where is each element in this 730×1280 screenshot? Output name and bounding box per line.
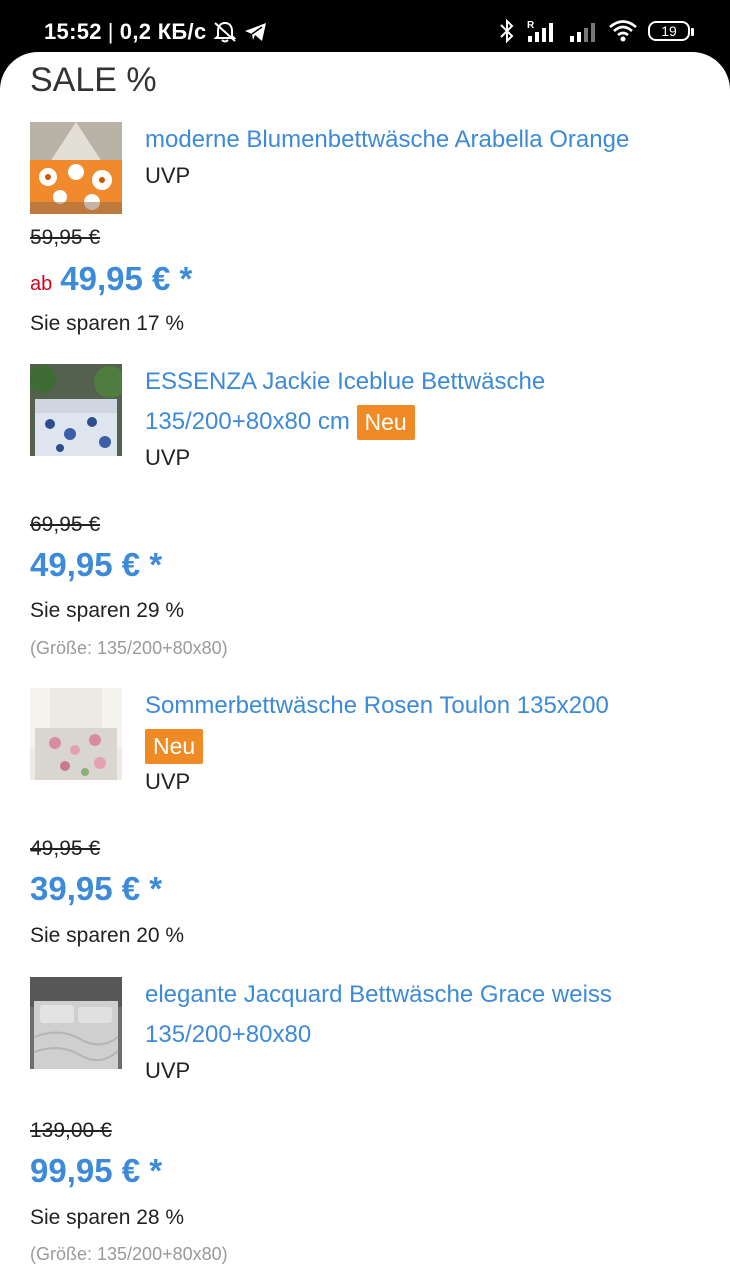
- savings-text: Sie sparen 17 %: [30, 312, 185, 335]
- savings-text: Sie sparen 29 %: [30, 599, 185, 622]
- uvp-label: UVP: [145, 1058, 191, 1083]
- muted-alarm-icon: [214, 21, 237, 43]
- old-price: 59,95 €: [30, 226, 101, 249]
- battery-level: 19: [661, 23, 677, 39]
- product-image[interactable]: [30, 688, 122, 780]
- uvp-label: UVP: [145, 163, 191, 188]
- clock: 15:52: [44, 19, 102, 44]
- network-speed: 0,2 КБ/с: [119, 19, 207, 44]
- current-price: 49,95 € *: [30, 546, 163, 583]
- price-prefix: ab: [30, 273, 53, 295]
- product-image[interactable]: [30, 977, 122, 1069]
- bluetooth-icon: [500, 18, 514, 44]
- wifi-icon: [609, 20, 637, 42]
- page-title: SALE %: [30, 61, 157, 99]
- old-price: 49,95 €: [30, 837, 101, 860]
- product-info: moderne Blumenbettwäsche Arabella Orange…: [145, 122, 705, 192]
- savings-text: Sie sparen 28 %: [30, 1206, 185, 1229]
- product-item[interactable]: moderne Blumenbettwäsche Arabella Orange…: [30, 122, 700, 352]
- product-info: Sommerbettwäsche Rosen Toulon 135x200 Ne…: [145, 688, 705, 798]
- new-badge: Neu: [145, 729, 204, 765]
- product-item[interactable]: elegante Jacquard Bettwäsche Grace weiss…: [30, 977, 700, 1277]
- status-left: 15:52 | 0,2 КБ/с: [44, 19, 268, 45]
- price-row: ab 49,95 € *: [30, 260, 192, 298]
- product-item[interactable]: ESSENZA Jackie Iceblue Bettwäsche 135/20…: [30, 364, 700, 664]
- uvp-label: UVP: [145, 445, 191, 470]
- battery-icon: 19: [648, 21, 694, 41]
- status-right: R 19: [498, 18, 694, 44]
- content-sheet: SALE % moderne Blumenbettwäsche Arabella…: [0, 52, 730, 1280]
- product-info: elegante Jacquard Bettwäsche Grace weiss…: [145, 977, 705, 1087]
- product-image[interactable]: [30, 364, 122, 456]
- status-bar: 15:52 | 0,2 КБ/с R 19: [0, 0, 730, 60]
- signal-roaming-icon: R: [527, 20, 553, 42]
- new-badge: Neu: [356, 405, 415, 441]
- telegram-icon: [245, 23, 267, 41]
- savings-text: Sie sparen 20 %: [30, 924, 185, 947]
- size-text: (Größe: 135/200+80x80): [30, 1244, 228, 1264]
- old-price: 69,95 €: [30, 513, 101, 536]
- product-name[interactable]: elegante Jacquard Bettwäsche Grace weiss…: [145, 975, 705, 1055]
- product-name[interactable]: ESSENZA Jackie Iceblue Bettwäsche 135/20…: [145, 362, 705, 442]
- price-row: 39,95 € *: [30, 870, 162, 908]
- price-row: 99,95 € *: [30, 1152, 162, 1190]
- old-price: 139,00 €: [30, 1119, 112, 1142]
- uvp-label: UVP: [145, 769, 191, 794]
- product-info: ESSENZA Jackie Iceblue Bettwäsche 135/20…: [145, 364, 705, 474]
- separator: |: [107, 19, 114, 44]
- product-image[interactable]: [30, 122, 122, 214]
- size-text: (Größe: 135/200+80x80): [30, 638, 228, 658]
- product-name[interactable]: moderne Blumenbettwäsche Arabella Orange: [145, 120, 705, 160]
- product-name[interactable]: Sommerbettwäsche Rosen Toulon 135x200 Ne…: [145, 686, 705, 766]
- current-price: 49,95 € *: [60, 260, 193, 297]
- signal-icon: [570, 23, 595, 42]
- current-price: 99,95 € *: [30, 1152, 163, 1189]
- price-row: 49,95 € *: [30, 546, 162, 584]
- svg-text:R: R: [527, 20, 535, 31]
- product-item[interactable]: Sommerbettwäsche Rosen Toulon 135x200 Ne…: [30, 688, 700, 958]
- current-price: 39,95 € *: [30, 870, 163, 907]
